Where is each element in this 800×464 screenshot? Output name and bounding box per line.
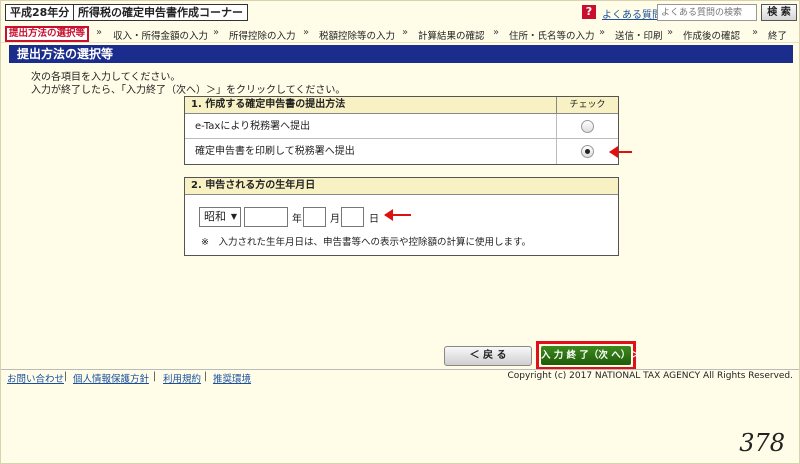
birth-year-input[interactable] (244, 207, 288, 227)
year-unit: 年 (292, 214, 302, 225)
birth-day-input[interactable] (341, 207, 364, 227)
birthdate-heading: 2. 申告される方の生年月日 (185, 178, 618, 195)
section-title: 提出方法の選択等 (9, 45, 793, 63)
help-question-icon[interactable]: ? (582, 5, 596, 19)
footer-link-terms[interactable]: 利用規約 (163, 371, 201, 385)
birthdate-note: ※ 入力された生年月日は、申告書等への表示や控除額の計算に使用します。 (201, 237, 532, 248)
era-value: 昭和 (204, 210, 226, 223)
submission-method-heading: 1. 作成する確定申告書の提出方法 チェック (185, 97, 618, 114)
step-submission-method: 提出方法の選択等 (5, 26, 90, 42)
corner-title: 所得税の確定申告書作成コーナー (73, 4, 248, 21)
radio-etax[interactable] (581, 120, 594, 133)
option-row-print[interactable]: 確定申告書を印刷して税務署へ提出 (185, 139, 618, 164)
faq-search-input[interactable] (657, 4, 757, 21)
footer-separator: | (64, 371, 68, 382)
step-separator: » (96, 27, 103, 38)
option-label-print: 確定申告書を印刷して税務署へ提出 (195, 146, 355, 157)
step-separator: » (213, 27, 220, 38)
birth-month-input[interactable] (303, 207, 326, 227)
copyright-text: Copyright (c) 2017 NATIONAL TAX AGENCY A… (507, 371, 794, 381)
step-results: 計算結果の確認 (418, 31, 485, 42)
step-send-print: 送信・印刷 (615, 31, 663, 42)
check-column-heading: チェック (556, 97, 618, 113)
step-separator: » (493, 27, 500, 38)
step-finish: 終了 (768, 31, 788, 42)
check-cell (556, 114, 618, 139)
footer-link-contact[interactable]: お問い合わせ (7, 371, 64, 385)
tax-year-badge: 平成28年分 (5, 4, 75, 21)
red-arrow-icon (384, 209, 411, 221)
step-income: 収入・所得金額の入力 (113, 31, 209, 42)
step-separator: » (303, 27, 310, 38)
step-post-check: 作成後の確認 (683, 31, 741, 42)
footer: お問い合わせ | 個人情報保護方針 | 利用規約 | 推奨環境 Copyrigh… (1, 369, 799, 385)
step-address: 住所・氏名等の入力 (509, 31, 595, 42)
era-select[interactable]: 昭和 ▼ (199, 207, 241, 227)
red-arrow-icon (609, 146, 632, 158)
next-button[interactable]: 入 力 終 了（次 へ）＞ (541, 346, 640, 365)
option-label-etax: e-Taxにより税務署へ提出 (195, 121, 311, 132)
step-separator: » (667, 27, 674, 38)
top-bar: 平成28年分 所得税の確定申告書作成コーナー ? よくある質問 検 索 (1, 1, 799, 23)
step-tax-credits: 税額控除等の入力 (319, 31, 396, 42)
month-unit: 月 (330, 214, 340, 225)
option-row-etax[interactable]: e-Taxにより税務署へ提出 (185, 114, 618, 139)
footer-link-privacy[interactable]: 個人情報保護方針 (73, 371, 149, 385)
instruction-line-2: 入力が終了したら、「入力終了（次へ）＞」をクリックしてください。 (31, 85, 346, 96)
submission-method-table: 1. 作成する確定申告書の提出方法 チェック e-Taxにより税務署へ提出 確定… (184, 96, 619, 165)
page-number: 378 (739, 429, 785, 457)
footer-separator: | (153, 371, 157, 382)
app-frame: 平成28年分 所得税の確定申告書作成コーナー ? よくある質問 検 索 提出方法… (0, 0, 800, 464)
submission-method-title: 1. 作成する確定申告書の提出方法 (191, 99, 346, 110)
back-button[interactable]: ＜ 戻 る (444, 346, 532, 366)
chevron-down-icon: ▼ (230, 212, 237, 221)
day-unit: 日 (369, 214, 379, 225)
faq-link[interactable]: よくある質問 (602, 6, 662, 21)
birthdate-table: 2. 申告される方の生年月日 昭和 ▼ 年 月 日 ※ 入力された生年月日は、申… (184, 177, 619, 256)
step-deductions: 所得控除の入力 (229, 31, 296, 42)
step-navigation: 提出方法の選択等 » 収入・所得金額の入力 » 所得控除の入力 » 税額控除等の… (1, 25, 799, 43)
step-separator: » (402, 27, 409, 38)
footer-separator: | (204, 371, 208, 382)
footer-link-environment[interactable]: 推奨環境 (213, 371, 251, 385)
step-separator: » (752, 27, 759, 38)
next-button-highlight: 入 力 終 了（次 へ）＞ (536, 341, 640, 370)
birthdate-body: 昭和 ▼ 年 月 日 ※ 入力された生年月日は、申告書等への表示や控除額の計算に… (185, 195, 618, 255)
radio-print[interactable] (581, 145, 594, 158)
search-button[interactable]: 検 索 (761, 4, 797, 21)
step-separator: » (599, 27, 606, 38)
